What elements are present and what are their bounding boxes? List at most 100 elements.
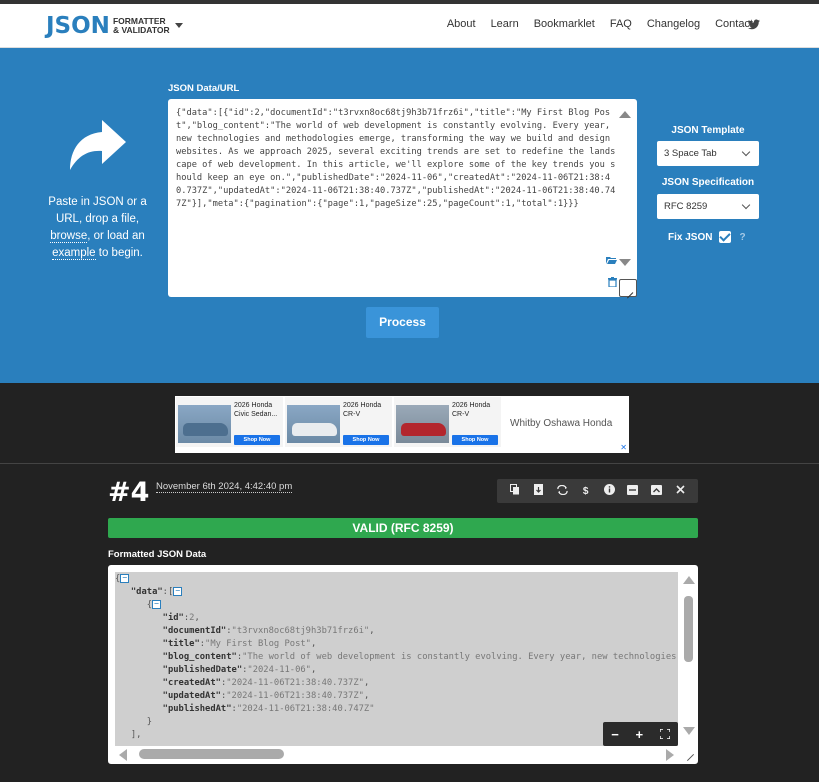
tree-value: 2 bbox=[189, 613, 195, 623]
logo-dropdown-caret-icon[interactable] bbox=[175, 23, 183, 28]
collapse-toggle-icon[interactable]: − bbox=[152, 600, 162, 609]
tree-key: "title" bbox=[162, 639, 200, 649]
collapse-toggle-icon[interactable]: − bbox=[120, 574, 130, 583]
info-icon[interactable] bbox=[602, 484, 616, 498]
fix-json-checkbox[interactable] bbox=[719, 231, 732, 243]
scroll-top-icon[interactable] bbox=[650, 484, 664, 498]
shop-now-button[interactable]: Shop Now bbox=[452, 435, 498, 445]
json-input-text[interactable]: {"data":[{"id":2,"documentId":"t3rvxn8oc… bbox=[176, 107, 616, 211]
nav-bookmarklet[interactable]: Bookmarklet bbox=[534, 18, 595, 30]
json-data-label: JSON Data/URL bbox=[168, 83, 240, 94]
tree-value: "t3rvxn8oc68tj9h3b71frz6i" bbox=[231, 626, 370, 636]
browse-link[interactable]: browse bbox=[50, 230, 88, 243]
ad-card-title: 2026 Honda CR-V bbox=[452, 402, 491, 418]
fullscreen-icon[interactable] bbox=[658, 727, 671, 742]
nav-about[interactable]: About bbox=[447, 18, 476, 30]
resize-handle-icon[interactable] bbox=[619, 279, 637, 297]
result-timestamp: November 6th 2024, 4:42:40 pm bbox=[156, 481, 293, 493]
ad-card[interactable]: 2026 Honda CR-V Shop Now bbox=[285, 397, 392, 447]
output-vertical-scrollbar[interactable] bbox=[682, 572, 696, 742]
json-input-area[interactable]: {"data":[{"id":2,"documentId":"t3rvxn8oc… bbox=[168, 99, 637, 297]
zoom-out-icon[interactable]: − bbox=[611, 727, 619, 742]
convert-icon[interactable] bbox=[555, 484, 569, 498]
folder-open-icon[interactable] bbox=[606, 256, 617, 268]
nav-learn[interactable]: Learn bbox=[491, 18, 519, 30]
ad-dealer-name[interactable]: Whitby Oshawa Honda bbox=[510, 418, 612, 429]
car-image bbox=[396, 405, 449, 443]
zoom-controls: − + bbox=[603, 722, 678, 746]
ad-card[interactable]: 2026 Honda Civic Sedan... Shop Now bbox=[176, 397, 283, 447]
tree-key: "blog_content" bbox=[162, 652, 237, 662]
ad-close-icon[interactable]: ✕ bbox=[620, 443, 627, 452]
tree-key: "publishedDate" bbox=[162, 665, 243, 675]
logo-subtitle: FORMATTER & VALIDATOR bbox=[113, 17, 170, 35]
tree-value: "2024-11-06T21:38:40.737Z" bbox=[226, 691, 364, 701]
download-icon[interactable] bbox=[531, 484, 545, 498]
tree-value: "2024-11-06T21:38:40.737Z" bbox=[226, 678, 364, 688]
tree-value: "2024-11-06T21:38:40.747Z" bbox=[236, 704, 375, 714]
tree-value: "The world of web development is constan… bbox=[242, 652, 677, 662]
valid-status-badge: VALID (RFC 8259) bbox=[108, 518, 698, 538]
result-number: #4 bbox=[108, 477, 150, 508]
tree-value: "2024-11-06" bbox=[247, 665, 311, 675]
scroll-thumb[interactable] bbox=[139, 749, 284, 759]
chevron-down-icon bbox=[741, 200, 751, 210]
collapse-toggle-icon[interactable]: − bbox=[173, 587, 183, 596]
scroll-left-icon[interactable] bbox=[119, 749, 127, 761]
scroll-up-icon[interactable] bbox=[683, 576, 695, 584]
json-spec-select[interactable]: RFC 8259 bbox=[657, 194, 759, 219]
ad-card-title: 2026 Honda CR-V bbox=[343, 402, 382, 418]
shop-now-button[interactable]: Shop Now bbox=[234, 435, 280, 445]
nav-changelog[interactable]: Changelog bbox=[647, 18, 700, 30]
scroll-thumb[interactable] bbox=[684, 596, 693, 662]
twitter-icon[interactable] bbox=[748, 19, 760, 30]
share-arrow-icon bbox=[70, 120, 126, 170]
output-horizontal-scrollbar[interactable] bbox=[115, 747, 678, 761]
scroll-down-icon[interactable] bbox=[683, 727, 695, 735]
result-toolbar: $ bbox=[497, 479, 698, 503]
input-scroll-up-icon[interactable] bbox=[619, 111, 631, 118]
scroll-right-icon[interactable] bbox=[666, 749, 674, 761]
example-link[interactable]: example bbox=[52, 247, 96, 260]
site-header: JSON FORMATTER & VALIDATOR About Learn B… bbox=[0, 4, 819, 48]
json-template-select[interactable]: 3 Space Tab bbox=[657, 141, 759, 166]
logo-main: JSON bbox=[46, 13, 110, 39]
logo[interactable]: JSON FORMATTER & VALIDATOR bbox=[46, 12, 170, 40]
formatted-json-label: Formatted JSON Data bbox=[108, 549, 207, 560]
tree-key: "data" bbox=[130, 587, 163, 597]
output-resize-handle-icon[interactable] bbox=[684, 750, 696, 762]
car-image bbox=[178, 405, 231, 443]
zoom-in-icon[interactable]: + bbox=[635, 727, 643, 742]
shop-now-button[interactable]: Shop Now bbox=[343, 435, 389, 445]
ad-card[interactable]: 2026 Honda CR-V Shop Now bbox=[394, 397, 501, 447]
hero-text-1: Paste in JSON or a URL, drop a file, bbox=[48, 196, 147, 225]
json-tree: {− "data":[− {− "id":2, "documentId":"t3… bbox=[115, 573, 677, 741]
input-scroll-down-icon[interactable] bbox=[619, 259, 631, 266]
nav-faq[interactable]: FAQ bbox=[610, 18, 632, 30]
hero-text-2: , or load an bbox=[87, 230, 145, 242]
json-spec-label: JSON Specification bbox=[661, 177, 755, 188]
ad-banner[interactable]: 2026 Honda Civic Sedan... Shop Now 2026 … bbox=[175, 396, 629, 453]
main-nav: About Learn Bookmarklet FAQ Changelog Co… bbox=[432, 18, 753, 30]
ad-card-title: 2026 Honda Civic Sedan... bbox=[234, 402, 278, 418]
fix-json-label: Fix JSON bbox=[668, 231, 713, 243]
help-icon[interactable]: ? bbox=[739, 232, 745, 243]
tree-key: "documentId" bbox=[162, 626, 227, 636]
json-tree-view[interactable]: {− "data":[− {− "id":2, "documentId":"t3… bbox=[115, 572, 678, 746]
json-template-label: JSON Template bbox=[671, 125, 745, 136]
hero-instructions: Paste in JSON or a URL, drop a file, bro… bbox=[40, 194, 155, 262]
process-button[interactable]: Process bbox=[366, 307, 439, 338]
json-template-value: 3 Space Tab bbox=[664, 148, 717, 159]
tree-key: "id" bbox=[162, 613, 184, 623]
close-icon[interactable] bbox=[673, 485, 687, 497]
logo-line2: & VALIDATOR bbox=[112, 25, 170, 35]
chevron-down-icon bbox=[741, 147, 751, 157]
fix-json-row: Fix JSON ? bbox=[668, 231, 746, 243]
collapse-icon[interactable] bbox=[626, 484, 640, 498]
hero-text-3: to begin. bbox=[95, 247, 143, 259]
copy-icon[interactable] bbox=[508, 484, 522, 498]
dollar-icon[interactable]: $ bbox=[579, 486, 593, 497]
tree-key: "updatedAt" bbox=[162, 691, 221, 701]
tree-key: "publishedAt" bbox=[162, 704, 232, 714]
trash-icon[interactable] bbox=[608, 277, 617, 290]
